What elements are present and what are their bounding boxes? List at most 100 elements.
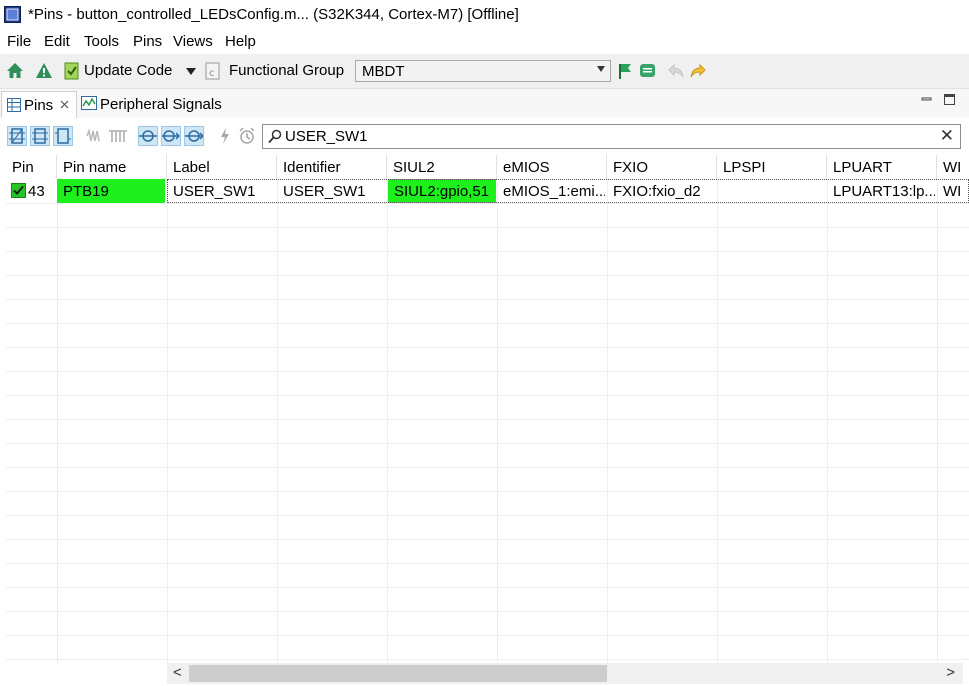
column-header-lpuart[interactable]: LPUART [827,155,937,179]
grid-row-line [6,563,969,564]
redo-icon[interactable] [689,63,707,79]
grid-column-line [607,179,608,663]
search-icon [268,129,282,144]
column-header-wi[interactable]: WI [937,155,969,179]
grid-row-line [6,251,969,252]
update-code-icon [64,62,79,80]
app-chip-icon [4,6,21,23]
scroll-right-icon[interactable]: > [946,664,955,681]
flag-icon[interactable] [617,62,633,80]
dropdown-arrow-icon[interactable] [186,68,196,75]
tab-pins[interactable]: Pins [1,91,77,118]
lightning-icon[interactable] [219,128,231,144]
pins-table: Pin Pin name Label Identifier SIUL2 eMIO… [6,155,969,663]
grid-row-line [6,443,969,444]
menu-help[interactable]: Help [225,33,256,50]
search-field[interactable]: USER_SW1 ✕ [262,124,961,149]
view-tab-bar: Pins Peripheral Signals [0,89,969,119]
grid-row-line [6,299,969,300]
direction-inout-icon [185,130,205,142]
grid-column-line [57,179,58,663]
column-header-identifier[interactable]: Identifier [277,155,387,179]
tag-icon[interactable] [639,62,657,80]
row-selection-outline [167,179,969,203]
functional-group-select[interactable]: MBDT [355,60,611,82]
direction-in-icon [139,130,157,142]
pin-filter-a-icon [9,128,25,144]
chevron-down-icon [597,66,605,72]
filter-package-button[interactable] [53,126,73,146]
grid-row-line [6,539,969,540]
functional-group-value: MBDT [362,63,405,80]
home-icon[interactable] [6,62,24,80]
column-header-siul2[interactable]: SIUL2 [387,155,497,179]
column-header-pin[interactable]: Pin [6,155,57,179]
grid-row-line [6,515,969,516]
update-code-button[interactable]: Update Code [62,60,177,82]
pin-cell[interactable]: 43 [6,179,57,203]
signal-wave-icon[interactable] [86,128,104,144]
tab-peripheral-signals[interactable]: Peripheral Signals [81,93,226,117]
pins-view-toolbar: USER_SW1 ✕ [0,118,969,154]
menu-tools[interactable]: Tools [84,33,119,50]
grid-row-line [6,371,969,372]
svg-text:c: c [209,68,215,79]
table-icon [7,98,21,112]
functional-group-label: Functional Group [229,62,345,79]
grid-column-line [497,179,498,663]
peripheral-signals-icon [81,96,97,110]
horizontal-scrollbar[interactable]: < > [167,663,963,684]
grid-row-line [6,347,969,348]
column-header-lpspi[interactable]: LPSPI [717,155,827,179]
grid-row-line [6,395,969,396]
column-header-fxio[interactable]: FXIO [607,155,717,179]
grid-row-line [6,491,969,492]
menu-bar: File Edit Tools Pins Views Help [0,30,969,54]
update-code-label: Update Code [84,62,173,79]
clear-icon[interactable]: ✕ [940,126,954,146]
direction-out-icon [162,130,181,142]
menu-file[interactable]: File [7,33,31,50]
pin-number: 43 [28,183,45,200]
grid-row-line [6,467,969,468]
pin-filter-b-icon [32,128,48,144]
direction-out-button[interactable] [161,126,181,146]
column-header-label[interactable]: Label [167,155,277,179]
menu-pins[interactable]: Pins [133,33,162,50]
direction-inout-button[interactable] [184,126,205,146]
grid-row-line [6,419,969,420]
pin-name-cell[interactable]: PTB19 [57,179,165,203]
grid-column-line [277,179,278,663]
grid-row-line [6,275,969,276]
grid-column-line [717,179,718,663]
pin-filter-c-icon [55,128,71,144]
minimize-icon[interactable] [921,95,932,103]
functional-group-icon: c [205,62,220,80]
scrollbar-thumb[interactable] [189,665,607,682]
tab-pins-label: Pins [24,97,54,114]
search-input[interactable]: USER_SW1 [285,128,368,145]
signal-bus-icon[interactable] [108,128,128,144]
warning-icon[interactable] [35,62,53,80]
alarm-clock-icon[interactable] [238,127,256,145]
direction-in-button[interactable] [138,126,158,146]
maximize-icon[interactable] [944,94,955,105]
grid-row-line [6,203,969,204]
menu-edit[interactable]: Edit [44,33,70,50]
grid-column-line [827,179,828,663]
grid-column-line [937,179,938,663]
undo-icon[interactable] [667,63,685,79]
tab-peripheral-signals-label: Peripheral Signals [100,96,222,113]
window-title: *Pins - button_controlled_LEDsConfig.m..… [28,6,519,23]
close-tab-icon[interactable] [60,100,69,109]
checkbox-checked-icon[interactable] [11,183,26,198]
grid-row-line [6,635,969,636]
column-header-emios[interactable]: eMIOS [497,155,607,179]
scroll-left-icon[interactable]: < [173,664,182,681]
column-header-pin-name[interactable]: Pin name [57,155,167,179]
menu-views[interactable]: Views [173,33,213,50]
filter-routed-button[interactable] [7,126,27,146]
grid-column-line [167,179,168,663]
grid-row-line [6,659,969,660]
filter-pins-button[interactable] [30,126,50,146]
